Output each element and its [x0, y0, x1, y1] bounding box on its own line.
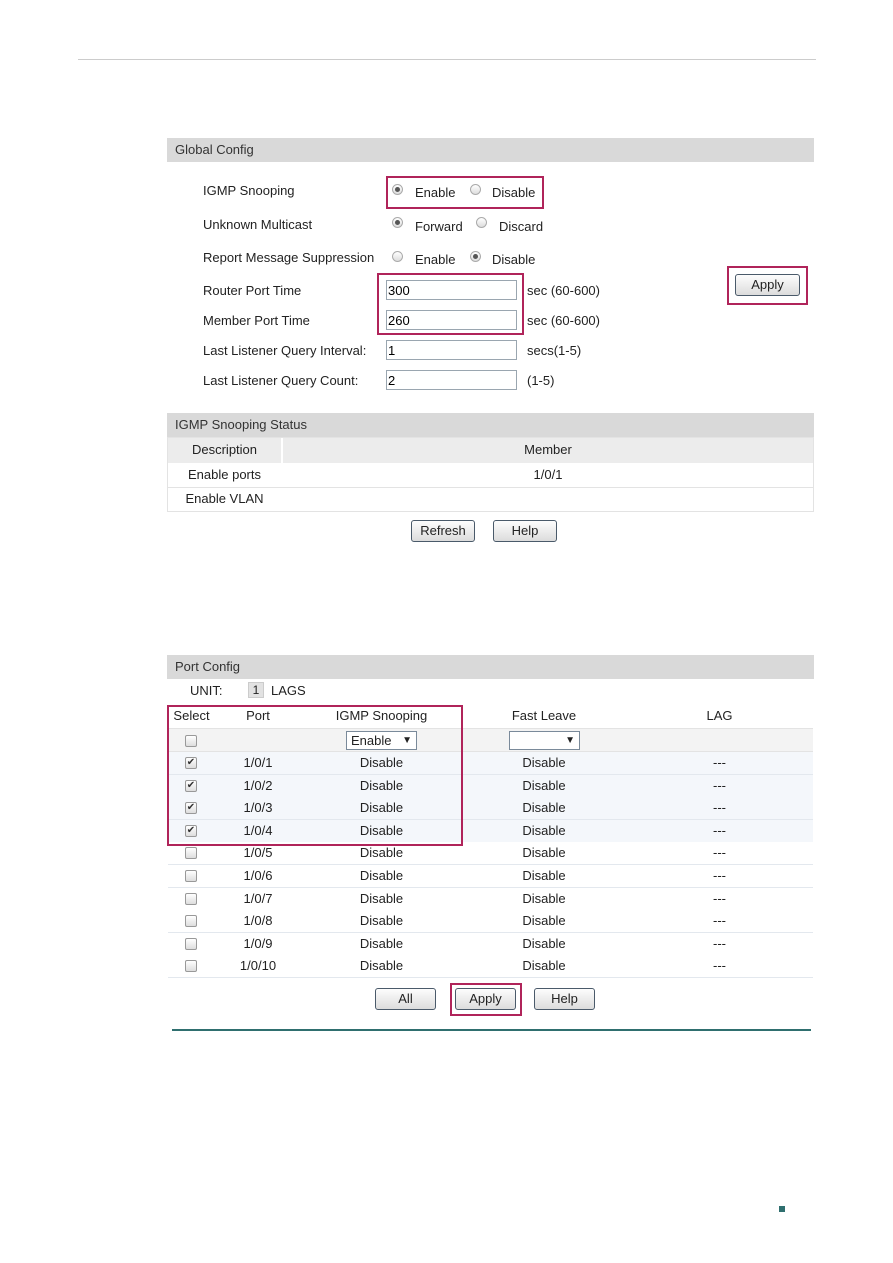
unit-label: UNIT:: [190, 683, 223, 698]
global-config-header: Global Config: [167, 138, 814, 162]
lags-tab[interactable]: LAGS: [271, 683, 306, 698]
igmp-snooping-cell: Disable: [359, 890, 404, 906]
report-suppression-label: Report Message Suppression: [203, 250, 375, 265]
port-row[interactable]: 1/0/9 Disable Disable ---: [168, 932, 813, 956]
port-select-checkbox[interactable]: [185, 892, 197, 905]
port-row[interactable]: 1/0/8 Disable Disable ---: [168, 910, 813, 934]
select-all-button[interactable]: All: [375, 988, 436, 1010]
unknown-multicast-label: Unknown Multicast: [203, 217, 313, 232]
fast-leave-cell: Disable: [522, 777, 566, 793]
port-select-checkbox[interactable]: [185, 847, 197, 860]
lag-cell: ---: [713, 800, 726, 816]
port-select-checkbox[interactable]: [185, 960, 197, 973]
fast-leave-cell: Disable: [522, 822, 566, 838]
llq-count-input[interactable]: [386, 370, 517, 390]
port-select-checkbox[interactable]: [185, 937, 197, 950]
lag-cell: ---: [713, 890, 726, 906]
member-port-time-unit: sec (60-600): [527, 313, 600, 328]
col-fast-leave: Fast Leave: [511, 708, 577, 723]
port-cell: 1/0/8: [243, 913, 273, 929]
forward-radio[interactable]: [392, 217, 403, 228]
igmp-snooping-cell: Disable: [359, 913, 404, 929]
fast-leave-cell: Disable: [522, 845, 566, 861]
discard-radio[interactable]: [476, 217, 487, 228]
suppression-enable-radio[interactable]: [392, 251, 403, 262]
lag-cell: ---: [713, 822, 726, 838]
router-port-time-label: Router Port Time: [203, 283, 302, 298]
llq-interval-label: Last Listener Query Interval:: [203, 343, 367, 358]
igmp-snooping-cell: Disable: [359, 868, 404, 883]
status-help-button[interactable]: Help: [493, 520, 557, 542]
lag-cell: ---: [713, 958, 726, 974]
llq-count-label: Last Listener Query Count:: [203, 373, 359, 388]
status-row-member: 1/0/1: [533, 467, 563, 482]
unit-1-tab[interactable]: 1: [248, 682, 264, 698]
router-port-time-unit: sec (60-600): [527, 283, 600, 298]
port-help-button[interactable]: Help: [534, 988, 595, 1010]
member-port-time-label: Member Port Time: [203, 313, 310, 328]
page: Global Config IGMP Snooping Enable Disab…: [0, 0, 893, 1263]
fast-leave-cell: Disable: [522, 913, 566, 929]
fast-leave-cell: Disable: [522, 868, 566, 883]
refresh-button[interactable]: Refresh: [411, 520, 475, 542]
port-row[interactable]: 1/0/10 Disable Disable ---: [168, 955, 813, 979]
highlight-port-selection: [167, 705, 463, 846]
igmp-snooping-cell: Disable: [359, 958, 404, 974]
llq-interval-input[interactable]: [386, 340, 517, 360]
lag-cell: ---: [713, 845, 726, 861]
port-select-checkbox[interactable]: [185, 870, 197, 882]
page-marker: [779, 1206, 785, 1212]
fast-leave-filter-select[interactable]: ▼: [509, 731, 580, 750]
status-row-description: Enable VLAN: [185, 491, 264, 506]
suppression-disable-radio[interactable]: [470, 251, 481, 262]
lag-cell: ---: [713, 777, 726, 793]
suppression-enable-label: Enable: [415, 252, 456, 267]
port-cell: 1/0/7: [243, 890, 273, 906]
highlight-global-apply: [727, 266, 808, 305]
fast-leave-cell: Disable: [522, 935, 566, 951]
port-cell: 1/0/6: [243, 868, 273, 883]
port-select-checkbox[interactable]: [185, 915, 197, 928]
igmp-snooping-cell: Disable: [359, 935, 404, 951]
port-cell: 1/0/9: [243, 935, 273, 951]
discard-label: Discard: [499, 219, 544, 234]
dropdown-arrow-icon: ▼: [565, 735, 575, 746]
status-table: Description Member Enable ports 1/0/1 En…: [167, 437, 814, 512]
highlight-igmp-snooping: [386, 176, 544, 209]
igmp-snooping-label: IGMP Snooping: [203, 183, 295, 198]
fast-leave-cell: Disable: [522, 800, 566, 816]
status-header: IGMP Snooping Status: [167, 413, 814, 437]
status-row-description: Enable ports: [188, 467, 261, 482]
status-col-description: Description: [191, 442, 258, 457]
fast-leave-cell: Disable: [522, 958, 566, 974]
lag-cell: ---: [713, 755, 726, 770]
fast-leave-cell: Disable: [522, 890, 566, 906]
highlight-port-apply: [450, 983, 522, 1016]
lag-cell: ---: [713, 868, 726, 883]
llq-interval-unit: secs(1-5): [527, 343, 582, 358]
top-rule: [78, 59, 816, 60]
highlight-port-times: [377, 273, 524, 335]
port-cell: 1/0/10: [239, 958, 277, 974]
suppression-disable-label: Disable: [492, 252, 536, 267]
status-col-member: Member: [524, 442, 572, 457]
lag-cell: ---: [713, 913, 726, 929]
forward-label: Forward: [415, 219, 463, 234]
section-divider: [172, 1029, 811, 1031]
fast-leave-cell: Disable: [522, 755, 566, 770]
port-row[interactable]: 1/0/6 Disable Disable ---: [168, 865, 813, 888]
lag-cell: ---: [713, 935, 726, 951]
col-lag: LAG: [706, 708, 733, 723]
llq-count-unit: (1-5): [527, 373, 555, 388]
port-row[interactable]: 1/0/7 Disable Disable ---: [168, 887, 813, 911]
port-config-header: Port Config: [167, 655, 814, 679]
